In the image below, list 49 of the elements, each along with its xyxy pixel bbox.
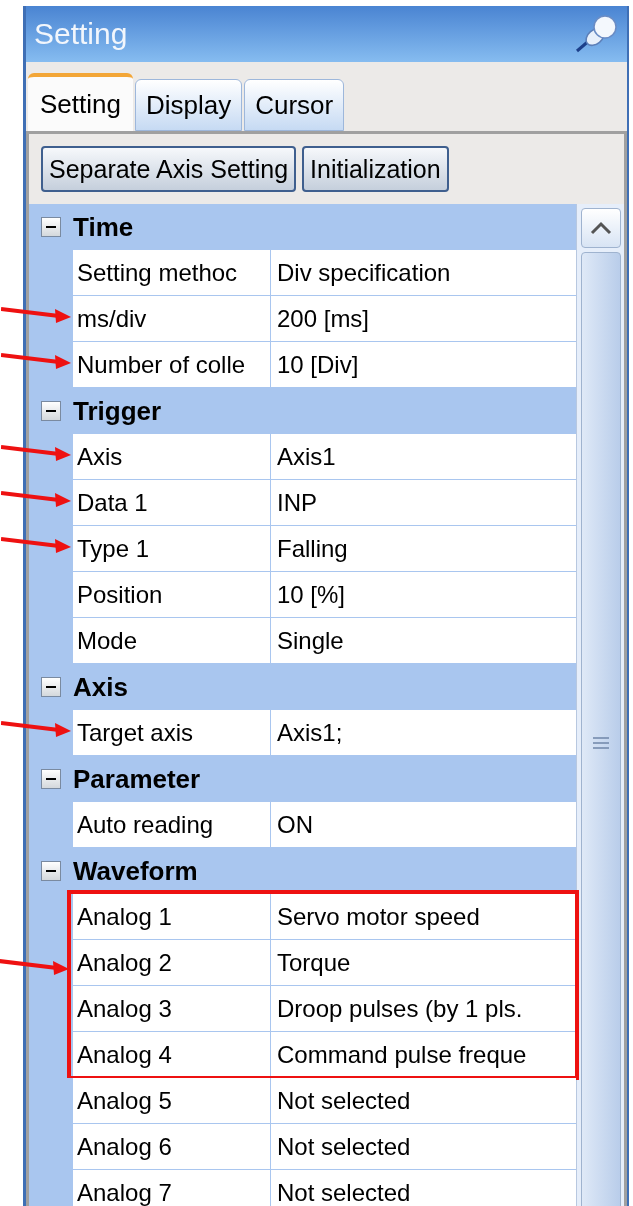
property-name: Analog 4 [77, 1042, 172, 1067]
property-name: Setting methoc [77, 260, 238, 285]
property-name: Position [77, 582, 163, 607]
property-value[interactable]: Single [277, 628, 344, 653]
collapse-icon[interactable] [41, 676, 61, 697]
property-name: Analog 6 [77, 1134, 172, 1159]
scroll-up-button[interactable] [580, 208, 621, 248]
property-name: Data 1 [77, 490, 148, 515]
category-header: Trigger [73, 397, 162, 424]
pin-icon[interactable] [573, 13, 619, 55]
tab[interactable]: Setting [28, 73, 133, 131]
collapse-icon[interactable] [41, 400, 61, 421]
chevron-up-icon [589, 221, 612, 235]
property-value[interactable]: ON [277, 812, 313, 837]
property-name: Analog 7 [77, 1180, 172, 1205]
window-title: Setting [34, 19, 128, 49]
collapse-icon[interactable] [41, 216, 61, 237]
property-name: Analog 3 [77, 996, 172, 1021]
property-name: Analog 5 [77, 1088, 172, 1113]
property-name: Analog 1 [77, 904, 172, 929]
property-name: Analog 2 [77, 950, 172, 975]
property-value[interactable]: INP [277, 490, 317, 515]
category-header: Time [73, 213, 134, 240]
scroll-thumb[interactable] [580, 252, 621, 1206]
collapse-icon[interactable] [41, 860, 61, 881]
property-value[interactable]: Falling [277, 536, 348, 561]
tab[interactable]: Cursor [244, 79, 345, 131]
property-name: Auto reading [77, 812, 214, 837]
property-value[interactable]: Axis1 [277, 444, 336, 469]
property-name: Mode [77, 628, 138, 653]
property-value[interactable]: Axis1; [277, 720, 343, 745]
category-header: Waveform [73, 857, 198, 884]
toolbar-button[interactable]: Initialization [302, 146, 449, 192]
category-header: Parameter [73, 765, 201, 792]
property-name: Type 1 [77, 536, 150, 561]
property-name: Axis [77, 444, 123, 469]
collapse-icon[interactable] [41, 768, 61, 789]
property-value[interactable]: 10 [Div] [277, 352, 359, 377]
category-header: Axis [73, 673, 128, 700]
property-name: Number of colle [77, 352, 246, 377]
property-name: Target axis [77, 720, 194, 745]
tab[interactable]: Display [134, 79, 243, 131]
property-value[interactable]: 200 [ms] [277, 306, 370, 331]
property-value[interactable]: Torque [277, 950, 351, 975]
scrollbar[interactable] [576, 204, 624, 1206]
toolbar-button[interactable]: Separate Axis Setting [41, 146, 297, 192]
property-value[interactable]: 10 [%] [277, 582, 346, 607]
property-name: ms/div [77, 306, 147, 331]
grip-icon [592, 737, 609, 749]
